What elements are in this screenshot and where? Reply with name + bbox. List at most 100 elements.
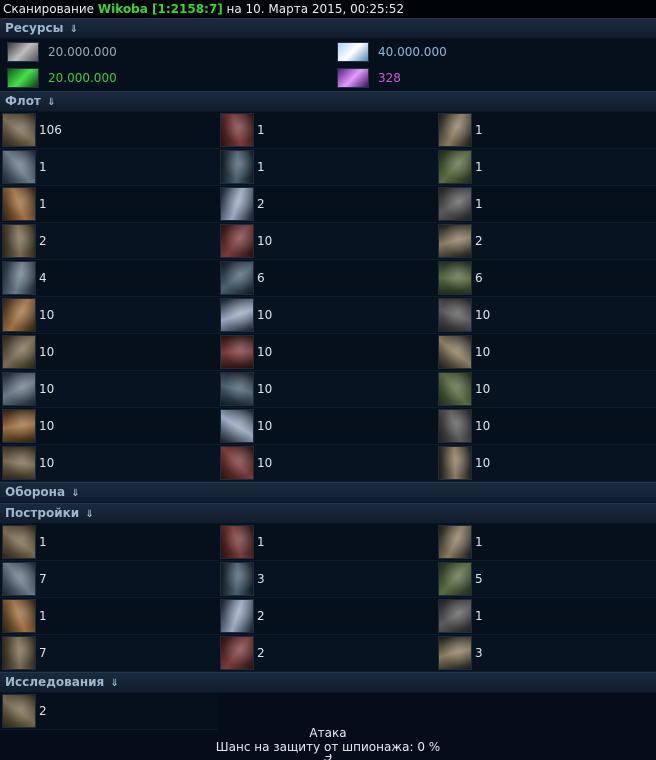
fleet-ship[interactable]: 10 (218, 371, 436, 408)
fleet-ship-count: 2 (39, 234, 47, 248)
fleet-ship[interactable]: 2 (218, 186, 436, 223)
building[interactable]: 1 (436, 598, 656, 635)
section-defense[interactable]: Оборона ⇓ (0, 482, 656, 503)
fleet-ship[interactable]: 6 (218, 260, 436, 297)
fleet-ship-thumbnail-icon (438, 150, 472, 184)
fleet-ship[interactable]: 10 (218, 297, 436, 334)
building[interactable]: 3 (218, 561, 436, 598)
building-count: 2 (257, 609, 265, 623)
building[interactable]: 1 (0, 598, 218, 635)
fleet-ship-count: 10 (257, 234, 273, 248)
fleet-ship[interactable]: 10 (218, 408, 436, 445)
fleet-ship[interactable]: 1 (436, 112, 656, 149)
fleet-ship-thumbnail-icon (438, 372, 472, 406)
fleet-ship[interactable]: 10 (0, 334, 218, 371)
attack-link[interactable]: Атака (0, 726, 656, 740)
building[interactable]: 1 (436, 524, 656, 561)
building[interactable]: 2 (218, 598, 436, 635)
fleet-ship[interactable]: 4 (0, 260, 218, 297)
fleet-ship[interactable]: 1 (218, 112, 436, 149)
expand-arrow-icon: ⇓ (69, 24, 79, 35)
fleet-ship-thumbnail-icon (2, 372, 36, 406)
resource-value: 328 (378, 71, 401, 85)
building[interactable]: 1 (218, 524, 436, 561)
building-count: 1 (475, 609, 483, 623)
research-item-count: 2 (39, 704, 47, 718)
fleet-ship[interactable]: 106 (0, 112, 218, 149)
fleet-ship-count: 4 (39, 271, 47, 285)
fleet-ship[interactable]: 1 (0, 186, 218, 223)
fleet-ship-thumbnail-icon (220, 224, 254, 258)
fleet-ship[interactable]: 2 (0, 223, 218, 260)
expand-arrow-icon: ⇓ (71, 488, 80, 499)
fleet-ship-count: 1 (475, 197, 483, 211)
research-item[interactable]: 2 (0, 693, 218, 730)
fleet-ship[interactable]: 1 (218, 149, 436, 186)
fleet-ship-count: 1 (257, 123, 265, 137)
building-thumbnail-icon (438, 636, 472, 670)
fleet-ship[interactable]: 1 (436, 186, 656, 223)
fleet-ship[interactable]: 2 (436, 223, 656, 260)
building[interactable]: 7 (0, 561, 218, 598)
building-count: 1 (475, 535, 483, 549)
fleet-ship[interactable]: 10 (436, 297, 656, 334)
fleet-ship[interactable]: 10 (0, 297, 218, 334)
fleet-ship[interactable]: 10 (218, 334, 436, 371)
section-research[interactable]: Исследования ⇓ (0, 672, 656, 693)
fleet-ship[interactable]: 1 (0, 149, 218, 186)
section-fleet[interactable]: Флот ⇓ (0, 91, 656, 112)
fleet-ship[interactable]: 10 (436, 334, 656, 371)
fleet-ship[interactable]: 10 (0, 445, 218, 482)
fleet-ship-count: 1 (257, 160, 265, 174)
fleet-ship-thumbnail-icon (2, 224, 36, 258)
scan-title: Сканирование Wikoba [1:2158:7] на 10. Ма… (0, 0, 656, 18)
fleet-ship-thumbnail-icon (438, 113, 472, 147)
fleet-ship[interactable]: 10 (218, 445, 436, 482)
fleet-ship[interactable]: 10 (0, 408, 218, 445)
fleet-ship-count: 10 (475, 419, 491, 433)
resources-grid: 20.000.000 40.000.000 20.000.000 328 (0, 39, 656, 91)
building[interactable]: 1 (0, 524, 218, 561)
fleet-ship-count: 10 (475, 345, 491, 359)
fleet-ship-count: 10 (39, 382, 55, 396)
fleet-ship[interactable]: 10 (436, 445, 656, 482)
resource-item: 40.000.000 (330, 39, 656, 65)
building-count: 1 (39, 609, 47, 623)
player-name[interactable]: Wikoba [1:2158:7] (98, 2, 223, 16)
fleet-ship[interactable]: 10 (218, 223, 436, 260)
fleet-ship-count: 106 (39, 123, 62, 137)
fleet-ship-thumbnail-icon (438, 261, 472, 295)
building-thumbnail-icon (220, 525, 254, 559)
resource-value: 40.000.000 (378, 45, 447, 59)
fleet-ship[interactable]: 10 (0, 371, 218, 408)
section-buildings[interactable]: Постройки ⇓ (0, 503, 656, 524)
building[interactable]: 2 (218, 635, 436, 672)
fleet-ship[interactable]: 6 (436, 260, 656, 297)
fleet-ship[interactable]: 10 (436, 408, 656, 445)
building[interactable]: 3 (436, 635, 656, 672)
fleet-ship-count: 10 (475, 308, 491, 322)
section-resources[interactable]: Ресурсы ⇓ (0, 18, 656, 39)
fleet-ship-thumbnail-icon (220, 335, 254, 369)
building-count: 1 (39, 535, 47, 549)
resource-item: 20.000.000 (0, 65, 330, 91)
building-count: 7 (39, 646, 47, 660)
fleet-ship-count: 6 (475, 271, 483, 285)
energy-icon (337, 68, 369, 88)
fleet-ship-count: 10 (39, 456, 55, 470)
fleet-ship-count: 6 (257, 271, 265, 285)
fleet-ship-count: 2 (475, 234, 483, 248)
building-thumbnail-icon (438, 562, 472, 596)
fleet-ship-thumbnail-icon (438, 187, 472, 221)
building[interactable]: 7 (0, 635, 218, 672)
fleet-ship[interactable]: 10 (436, 371, 656, 408)
fleet-ship-count: 10 (39, 308, 55, 322)
fleet-ship-thumbnail-icon (2, 261, 36, 295)
fleet-ship-count: 1 (39, 160, 47, 174)
fleet-ship-count: 1 (475, 123, 483, 137)
fleet-ship[interactable]: 1 (436, 149, 656, 186)
resource-value: 20.000.000 (48, 71, 117, 85)
fleet-ship-count: 2 (257, 197, 265, 211)
building[interactable]: 5 (436, 561, 656, 598)
expand-arrow-icon: ⇓ (47, 97, 56, 108)
